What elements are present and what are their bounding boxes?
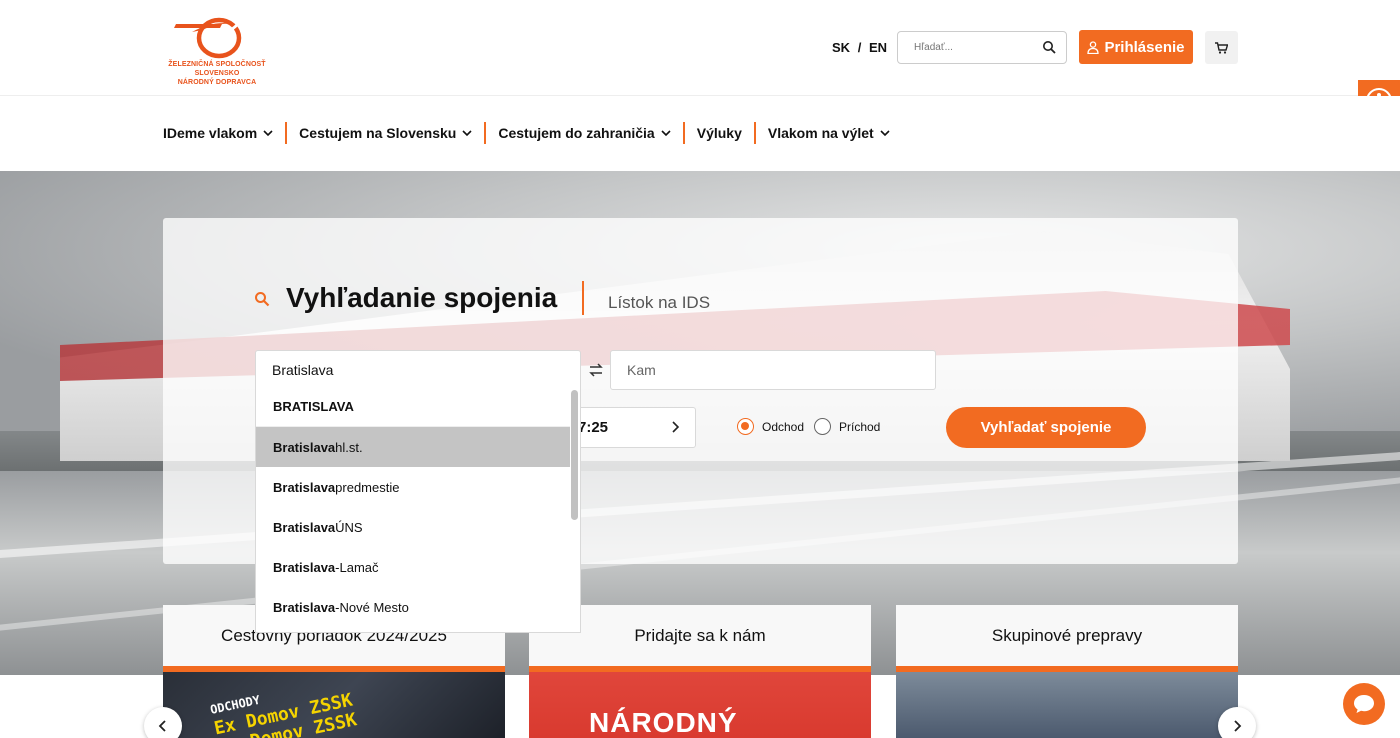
- lang-separator: /: [857, 40, 862, 55]
- logo-line1: ŽELEZNIČNÁ SPOLOČNOSŤ SLOVENSKO: [168, 61, 266, 77]
- suggestion-item[interactable]: Bratislava -Nové Mesto: [256, 587, 570, 627]
- radio-departure[interactable]: [737, 418, 754, 435]
- to-station-field: [610, 350, 936, 390]
- suggestion-item[interactable]: Bratislava predmestie: [256, 467, 570, 507]
- chevron-left-icon: [158, 720, 166, 732]
- login-button[interactable]: Prihlásenie: [1079, 30, 1193, 64]
- card-image-text: NÁRODNÝ DOPRAVCA: [589, 707, 738, 738]
- logo-text: ŽELEZNIČNÁ SPOLOČNOSŤ SLOVENSKO NÁRODNÝ …: [162, 60, 272, 87]
- radio-arrival-label: Príchod: [839, 420, 881, 434]
- nav-item-label: Cestujem na Slovensku: [299, 125, 457, 141]
- card-accent-bar: [896, 666, 1238, 672]
- to-station-input[interactable]: [611, 351, 935, 389]
- main-navigation: IDeme vlakom Cestujem na Slovensku Cestu…: [0, 96, 1400, 171]
- suggestion-match: Bratislava: [273, 479, 336, 495]
- user-icon: [1087, 40, 1100, 54]
- chevron-down-icon: [880, 129, 890, 136]
- lang-en[interactable]: EN: [869, 40, 887, 55]
- radio-departure-label: Odchod: [762, 420, 805, 434]
- site-header: ŽELEZNIČNÁ SPOLOČNOSŤ SLOVENSKO NÁRODNÝ …: [0, 0, 1400, 96]
- time-value: 7:25: [578, 419, 609, 436]
- chevron-down-icon: [462, 129, 472, 136]
- suggestion-match: Bratislava: [273, 439, 336, 455]
- nav-item-label: IDeme vlakom: [163, 125, 258, 141]
- nav-item-label: Vlakom na výlet: [767, 125, 874, 141]
- card-group-travel[interactable]: Skupinové prepravy: [896, 605, 1238, 738]
- suggestion-match: Bratislava: [273, 559, 336, 575]
- search-connection-label: Vyhľadať spojenie: [980, 419, 1112, 436]
- card-image: [896, 672, 1238, 738]
- nav-item-label: Výluky: [696, 125, 742, 141]
- zssk-logo-icon: [174, 17, 242, 59]
- site-search: [897, 31, 1067, 64]
- search-icon[interactable]: [1042, 40, 1056, 54]
- chat-button[interactable]: [1343, 683, 1385, 725]
- from-station-field: [255, 350, 581, 390]
- suggestion-match: Bratislava: [273, 519, 336, 535]
- card-title: Skupinové prepravy: [896, 605, 1238, 666]
- nav-item-cestujem-do-zahranicia[interactable]: Cestujem do zahraničia: [486, 122, 682, 144]
- lang-sk[interactable]: SK: [832, 40, 850, 55]
- nav-item-label: Cestujem do zahraničia: [498, 125, 655, 141]
- station-suggestions-dropdown: BRATISLAVA Bratislava hl.st. Bratislava …: [255, 387, 581, 633]
- site-search-input[interactable]: [898, 32, 1028, 63]
- search-title[interactable]: Vyhľadanie spojenia: [286, 282, 557, 314]
- radio-arrival[interactable]: [814, 418, 831, 435]
- carousel-next-button[interactable]: [1218, 707, 1256, 738]
- nav-item-vlakom-na-vylet[interactable]: Vlakom na výlet: [756, 122, 902, 144]
- chevron-down-icon: [263, 129, 273, 136]
- search-icon: [255, 292, 270, 307]
- suggestion-item[interactable]: Bratislava hl.st.: [256, 427, 570, 467]
- suggestion-item[interactable]: Bratislava -Lamač: [256, 547, 570, 587]
- suggestion-match: Bratislava: [273, 599, 336, 615]
- tab-separator: [582, 281, 584, 315]
- suggestion-rest: -Nové Mesto: [335, 599, 409, 615]
- login-label: Prihlásenie: [1104, 38, 1185, 56]
- suggestion-item[interactable]: Bratislava ÚNS: [256, 507, 570, 547]
- cart-button[interactable]: [1205, 31, 1238, 64]
- chevron-right-icon: [1234, 720, 1242, 732]
- zssk-logo[interactable]: ŽELEZNIČNÁ SPOLOČNOSŤ SLOVENSKO NÁRODNÝ …: [162, 12, 272, 87]
- tab-ids-ticket[interactable]: Lístok na IDS: [608, 293, 710, 313]
- search-connection-button[interactable]: Vyhľadať spojenie: [946, 407, 1146, 448]
- chat-icon: [1354, 695, 1374, 713]
- language-switcher: SK / EN: [832, 40, 887, 55]
- nav-item-ideme-vlakom[interactable]: IDeme vlakom: [163, 122, 285, 144]
- swap-stations-icon[interactable]: [587, 361, 605, 379]
- suggestion-item[interactable]: BRATISLAVA: [256, 387, 570, 427]
- dropdown-scrollbar[interactable]: [571, 390, 578, 520]
- suggestion-rest: predmestie: [335, 479, 400, 495]
- suggestion-match: BRATISLAVA: [273, 399, 354, 414]
- card-accent-bar: [163, 666, 505, 672]
- cart-icon: [1215, 41, 1228, 54]
- nav-item-cestujem-na-slovensku[interactable]: Cestujem na Slovensku: [287, 122, 484, 144]
- nav-items: IDeme vlakom Cestujem na Slovensku Cestu…: [163, 122, 902, 144]
- logo-line2: NÁRODNÝ DOPRAVCA: [177, 79, 257, 86]
- chevron-right-icon[interactable]: [668, 420, 682, 434]
- card-accent-bar: [529, 666, 871, 672]
- suggestion-rest: hl.st.: [335, 439, 363, 455]
- chevron-down-icon: [661, 129, 671, 136]
- from-station-input[interactable]: [256, 351, 580, 389]
- nav-item-vyluky[interactable]: Výluky: [685, 122, 754, 144]
- suggestion-rest: ÚNS: [335, 519, 363, 535]
- suggestion-rest: -Lamač: [335, 559, 379, 575]
- carousel-prev-button[interactable]: [144, 707, 182, 738]
